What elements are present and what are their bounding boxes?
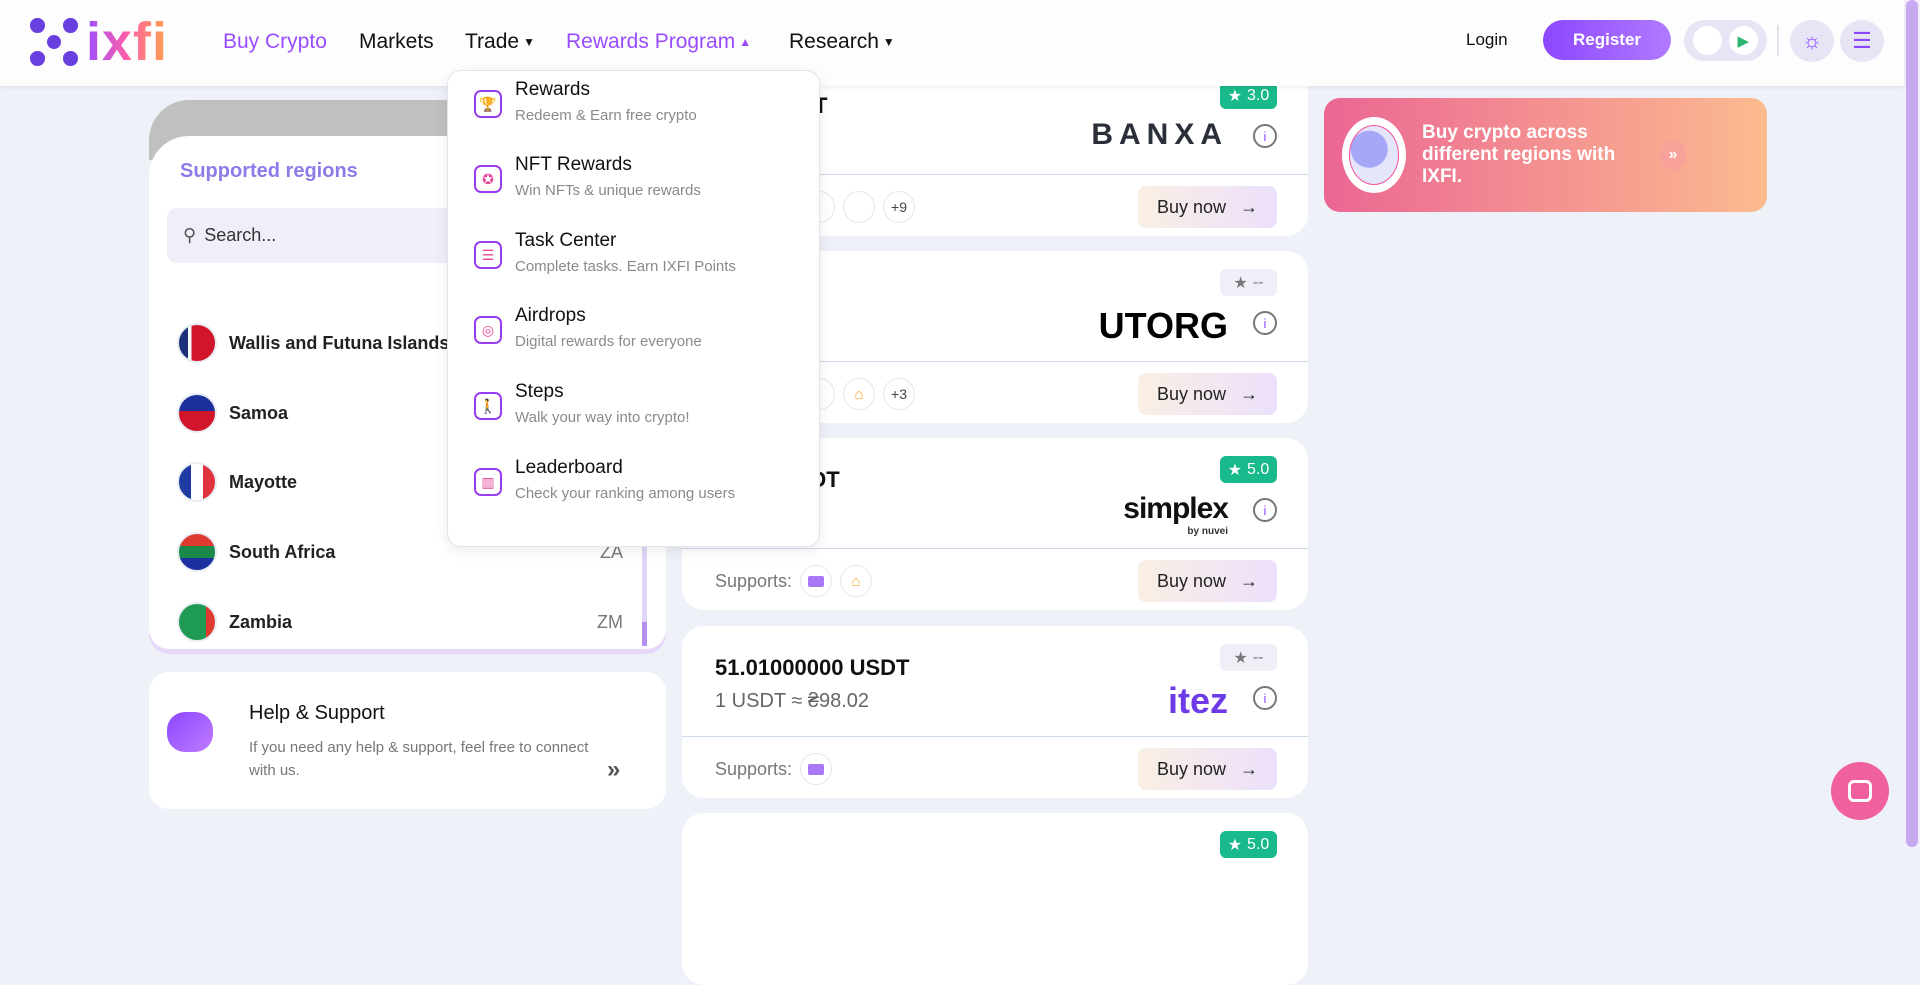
leaderboard-icon: ▥ bbox=[474, 468, 502, 496]
rating-badge: ★ 3.0 bbox=[1220, 82, 1277, 109]
provider-logo: BANXA bbox=[1091, 118, 1228, 151]
divider bbox=[1777, 25, 1779, 56]
banner-text: Buy crypto across different regions with… bbox=[1422, 122, 1616, 187]
provider-logo: UTORG bbox=[1098, 305, 1228, 346]
ixfi-logo[interactable]: ixfi bbox=[30, 12, 169, 72]
checklist-icon: ☰ bbox=[474, 241, 502, 269]
arrow-right-icon: → bbox=[1240, 196, 1259, 217]
caret-up-icon: ▲ bbox=[739, 35, 752, 49]
rating-badge: ★ 5.0 bbox=[1220, 831, 1277, 858]
star-icon: ★ bbox=[1227, 461, 1243, 479]
divider bbox=[682, 548, 1308, 549]
google-play-icon[interactable]: ▶ bbox=[1728, 26, 1758, 55]
search-icon: ⚲ bbox=[183, 225, 197, 245]
nav-markets[interactable]: Markets bbox=[359, 30, 434, 54]
flag-wf-icon bbox=[177, 323, 217, 363]
region-item[interactable]: Zambia ZM bbox=[149, 592, 639, 649]
app-downloads: ▶ bbox=[1684, 20, 1767, 61]
airdrop-icon: ◎ bbox=[474, 316, 502, 344]
nav-rewards-program[interactable]: Rewards Program ▲ bbox=[566, 30, 751, 54]
star-icon: ★ bbox=[1233, 274, 1248, 292]
payment-methods: Supports: ⌂ bbox=[715, 564, 873, 598]
apple-icon[interactable] bbox=[1693, 26, 1723, 55]
menu-item-steps[interactable]: 🚶 Steps Walk your way into crypto! bbox=[448, 376, 819, 446]
more-methods[interactable]: +3 bbox=[883, 378, 915, 410]
provider-logo: itez bbox=[1167, 680, 1228, 721]
double-chevron-right-icon[interactable]: » bbox=[1660, 140, 1686, 170]
buy-now-button[interactable]: Buy now → bbox=[1138, 373, 1277, 415]
info-icon[interactable]: i bbox=[1253, 311, 1277, 335]
divider bbox=[682, 736, 1308, 737]
info-icon[interactable]: i bbox=[1253, 124, 1277, 148]
caret-down-icon: ▼ bbox=[882, 35, 895, 49]
apple-pay-icon bbox=[843, 191, 875, 223]
rating-badge: ★ 5.0 bbox=[1220, 456, 1277, 483]
arrow-right-icon: → bbox=[1240, 383, 1259, 404]
sun-icon[interactable]: ☼ bbox=[1790, 20, 1834, 62]
login-link[interactable]: Login bbox=[1466, 30, 1508, 50]
card-icon bbox=[800, 565, 833, 597]
buy-now-button[interactable]: Buy now → bbox=[1138, 748, 1277, 790]
menu-item-airdrops[interactable]: ◎ Airdrops Digital rewards for everyone bbox=[448, 300, 819, 370]
rating-badge: ★ -- bbox=[1220, 269, 1277, 296]
trophy-icon: 🏆 bbox=[474, 90, 502, 118]
nav-buy-crypto[interactable]: Buy Crypto bbox=[223, 30, 327, 54]
nft-trophy-icon: ✪ bbox=[474, 165, 502, 193]
menu-item-leaderboard[interactable]: ▥ Leaderboard Check your ranking among use… bbox=[448, 452, 819, 522]
buy-now-button[interactable]: Buy now → bbox=[1138, 560, 1277, 602]
card-icon bbox=[800, 753, 833, 785]
caret-down-icon: ▼ bbox=[523, 35, 535, 49]
offer-rate: 1 USDT ≈ ₴98.02 bbox=[715, 690, 870, 712]
hamburger-menu-icon[interactable]: ☰ bbox=[1840, 20, 1884, 62]
menu-item-task-center[interactable]: ☰ Task Center Complete tasks. Earn IXFI Po… bbox=[448, 225, 819, 295]
chat-bubbles-icon bbox=[167, 712, 213, 752]
help-support-card[interactable]: Help & Support If you need any help & su… bbox=[149, 672, 666, 809]
offer-amount: 51.01000000 USDT bbox=[715, 655, 910, 680]
help-text: If you need any help & support, feel fre… bbox=[249, 739, 589, 779]
star-icon: ★ bbox=[1227, 87, 1243, 105]
more-methods[interactable]: +9 bbox=[883, 191, 915, 223]
star-icon: ★ bbox=[1227, 836, 1243, 854]
info-icon[interactable]: i bbox=[1253, 686, 1277, 710]
provider-logo: simplex by nuvei bbox=[1123, 492, 1229, 537]
flag-ws-icon bbox=[177, 393, 217, 433]
offer-card: ★ 5.0 bbox=[682, 813, 1308, 985]
menu-item-rewards[interactable]: 🏆 Rewards Redeem & Earn free crypto bbox=[448, 74, 819, 144]
register-button[interactable]: Register bbox=[1543, 20, 1671, 60]
globe-icon bbox=[1342, 117, 1406, 193]
offer-card: 51.01000000 USDT 1 USDT ≈ ₴98.02 ★ -- itez i S… bbox=[682, 626, 1308, 798]
buy-now-button[interactable]: Buy now → bbox=[1138, 186, 1277, 228]
flag-za-icon bbox=[177, 532, 217, 572]
menu-item-nft-rewards[interactable]: ✪ NFT Rewards Win NFTs & unique rewards bbox=[448, 149, 819, 219]
flag-yt-icon bbox=[177, 462, 217, 502]
nav-research[interactable]: Research ▼ bbox=[789, 30, 895, 54]
chat-icon bbox=[1848, 780, 1872, 802]
star-icon: ★ bbox=[1233, 649, 1248, 667]
logo-mark-icon bbox=[30, 18, 78, 66]
walking-icon: 🚶 bbox=[474, 392, 502, 420]
top-navbar: ixfi Buy Crypto Markets Trade ▼ Rewards P… bbox=[0, 0, 1904, 86]
rating-badge: ★ -- bbox=[1220, 644, 1277, 671]
payment-methods: Supports: bbox=[715, 752, 833, 786]
live-chat-button[interactable] bbox=[1831, 762, 1889, 820]
double-chevron-right-icon[interactable]: » bbox=[607, 756, 620, 784]
rewards-program-dropdown: 🏆 Rewards Redeem & Earn free crypto ✪ NFT R… bbox=[447, 70, 820, 547]
bank-icon: ⌂ bbox=[840, 565, 873, 597]
arrow-right-icon: → bbox=[1240, 758, 1259, 779]
regions-banner[interactable]: Buy crypto across different regions with… bbox=[1324, 98, 1767, 212]
logo-text: ixfi bbox=[86, 12, 169, 72]
page-scrollbar[interactable] bbox=[1904, 0, 1920, 847]
arrow-right-icon: → bbox=[1240, 570, 1259, 591]
help-title: Help & Support bbox=[249, 702, 385, 724]
bank-icon: ⌂ bbox=[843, 378, 875, 410]
info-icon[interactable]: i bbox=[1253, 498, 1277, 522]
nav-trade[interactable]: Trade ▼ bbox=[465, 30, 535, 54]
flag-zm-icon bbox=[177, 602, 217, 642]
regions-title: Supported regions bbox=[180, 160, 358, 182]
